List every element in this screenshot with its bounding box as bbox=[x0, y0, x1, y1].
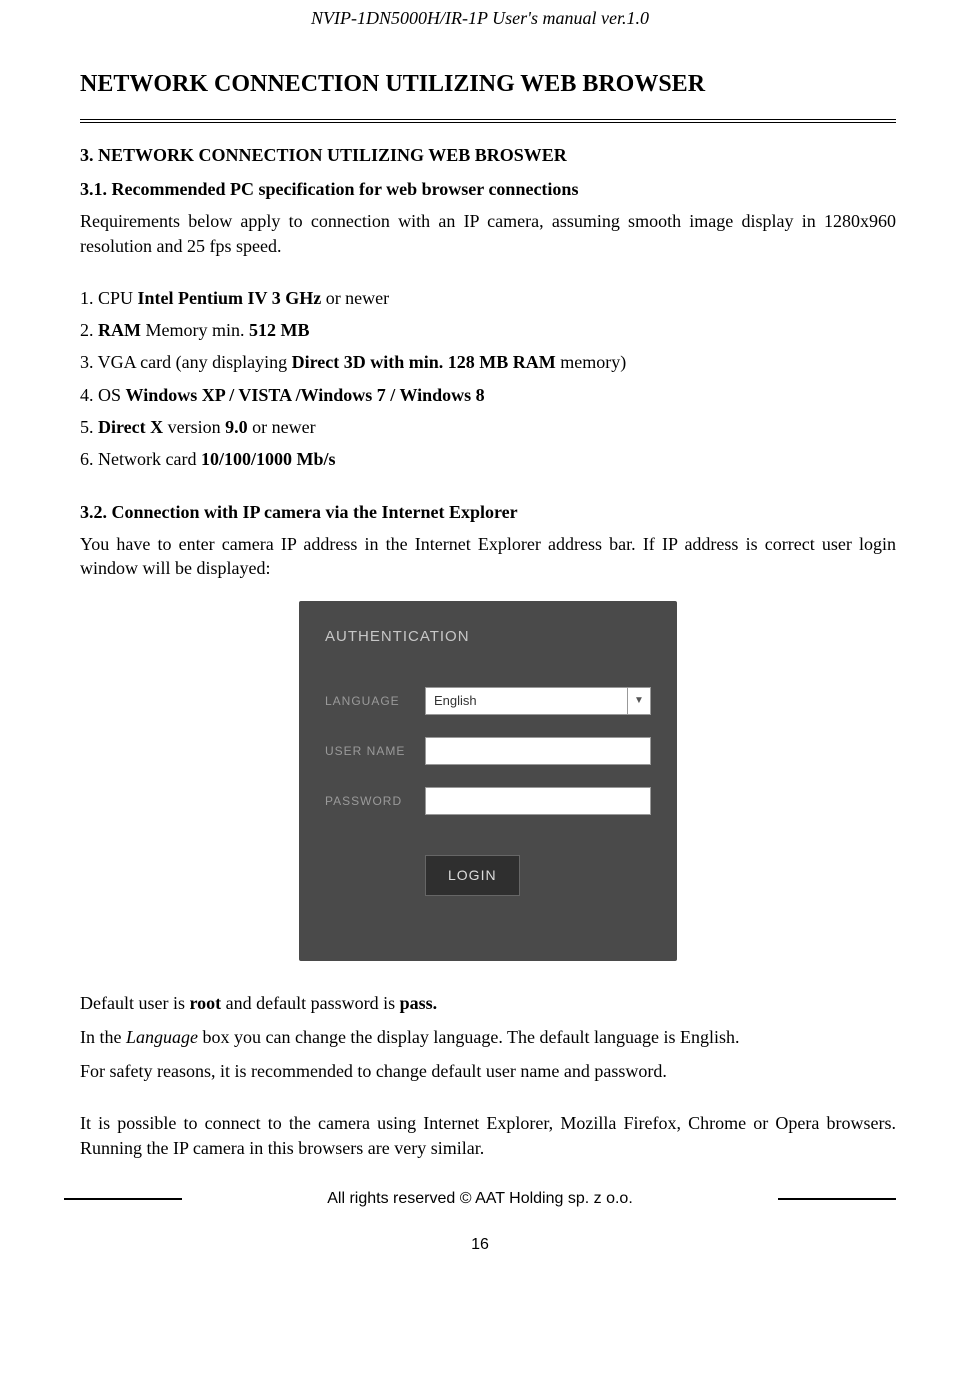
text-bold: Intel Pentium IV 3 GHz bbox=[138, 288, 322, 308]
spec-item: 1. CPU Intel Pentium IV 3 GHz or newer bbox=[80, 286, 896, 310]
text: Default user is bbox=[80, 993, 189, 1013]
text: 2. bbox=[80, 320, 98, 340]
username-row: USER NAME bbox=[325, 737, 651, 765]
text: Memory min. bbox=[141, 320, 249, 340]
document-header: NVIP-1DN5000H/IR-1P User's manual ver.1.… bbox=[0, 0, 960, 44]
spec-item: 5. Direct X version 9.0 or newer bbox=[80, 415, 896, 439]
section-3-1-heading: 3.1. Recommended PC specification for we… bbox=[80, 177, 896, 201]
section-3-2-heading: 3.2. Connection with IP camera via the I… bbox=[80, 500, 896, 524]
text: 4. OS bbox=[80, 385, 126, 405]
text-bold: 9.0 bbox=[225, 417, 248, 437]
username-input[interactable] bbox=[425, 737, 651, 765]
password-row: PASSWORD bbox=[325, 787, 651, 815]
text-bold: 512 MB bbox=[249, 320, 310, 340]
paragraph: You have to enter camera IP address in t… bbox=[80, 532, 896, 581]
page-number: 16 bbox=[0, 1234, 960, 1256]
language-label: LANGUAGE bbox=[325, 693, 425, 709]
text-bold: 10/100/1000 Mb/s bbox=[201, 449, 336, 469]
section-3-heading: 3. NETWORK CONNECTION UTILIZING WEB BROS… bbox=[80, 143, 896, 167]
text-bold: pass. bbox=[400, 993, 438, 1013]
footer-rule bbox=[64, 1198, 182, 1200]
language-value: English bbox=[425, 687, 627, 715]
login-button[interactable]: LOGIN bbox=[425, 855, 520, 896]
password-input[interactable] bbox=[425, 787, 651, 815]
spec-list: 1. CPU Intel Pentium IV 3 GHz or newer 2… bbox=[80, 286, 896, 472]
spec-item: 6. Network card 10/100/1000 Mb/s bbox=[80, 447, 896, 471]
text-bold: RAM bbox=[98, 320, 141, 340]
text: or newer bbox=[321, 288, 389, 308]
footer-text: All rights reserved © AAT Holding sp. z … bbox=[246, 1188, 714, 1210]
paragraph: For safety reasons, it is recommended to… bbox=[80, 1059, 896, 1083]
spec-item: 3. VGA card (any displaying Direct 3D wi… bbox=[80, 350, 896, 374]
text: or newer bbox=[248, 417, 316, 437]
text: and default password is bbox=[221, 993, 399, 1013]
auth-title: AUTHENTICATION bbox=[325, 627, 651, 647]
text: 6. Network card bbox=[80, 449, 201, 469]
chevron-down-icon: ▼ bbox=[627, 687, 651, 715]
text-bold: Direct 3D with min. 128 MB RAM bbox=[292, 352, 556, 372]
text: 3. VGA card (any displaying bbox=[80, 352, 292, 372]
text: memory) bbox=[556, 352, 626, 372]
text-bold: root bbox=[189, 993, 221, 1013]
spec-item: 4. OS Windows XP / VISTA /Windows 7 / Wi… bbox=[80, 383, 896, 407]
text: 1. CPU bbox=[80, 288, 138, 308]
username-label: USER NAME bbox=[325, 743, 425, 759]
language-row: LANGUAGE English ▼ bbox=[325, 687, 651, 715]
paragraph: Requirements below apply to connection w… bbox=[80, 209, 896, 258]
footer: All rights reserved © AAT Holding sp. z … bbox=[0, 1188, 960, 1210]
text: 5. bbox=[80, 417, 98, 437]
paragraph: In the Language box you can change the d… bbox=[80, 1025, 896, 1049]
text: box you can change the display language.… bbox=[198, 1027, 740, 1047]
text: In the bbox=[80, 1027, 126, 1047]
language-select[interactable]: English ▼ bbox=[425, 687, 651, 715]
text-italic: Language bbox=[126, 1027, 198, 1047]
text: version bbox=[163, 417, 225, 437]
page-title: NETWORK CONNECTION UTILIZING WEB BROWSER bbox=[80, 68, 896, 100]
paragraph: It is possible to connect to the camera … bbox=[80, 1111, 896, 1160]
text-bold: Direct X bbox=[98, 417, 163, 437]
footer-rule bbox=[778, 1198, 896, 1200]
paragraph: Default user is root and default passwor… bbox=[80, 991, 896, 1015]
divider bbox=[80, 119, 896, 123]
spec-item: 2. RAM Memory min. 512 MB bbox=[80, 318, 896, 342]
password-label: PASSWORD bbox=[325, 793, 425, 809]
text-bold: Windows XP / VISTA /Windows 7 / Windows … bbox=[126, 385, 485, 405]
auth-panel: AUTHENTICATION LANGUAGE English ▼ USER N… bbox=[299, 601, 677, 961]
